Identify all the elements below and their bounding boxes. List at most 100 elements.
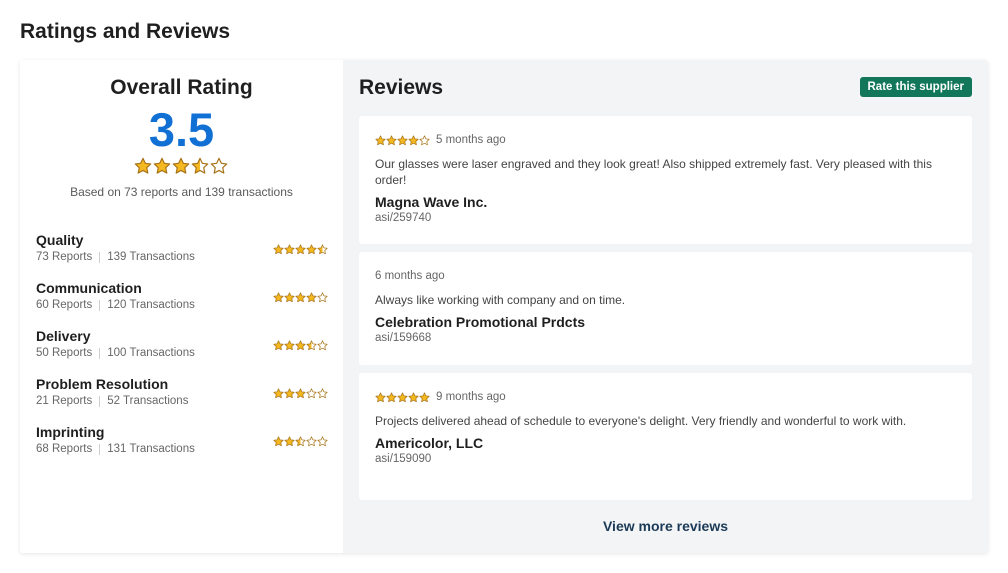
category-stars — [273, 434, 328, 452]
review-card: 5 months ago Our glasses were laser engr… — [359, 116, 972, 244]
star-half-icon — [306, 340, 317, 351]
category-reports: 21 Reports — [36, 395, 93, 407]
star-full-icon — [273, 340, 284, 351]
star-full-icon — [419, 391, 430, 402]
star-full-icon — [153, 157, 171, 174]
star-full-icon — [295, 244, 306, 255]
star-full-icon — [295, 388, 306, 399]
category-transactions: 139 Transactions — [107, 251, 195, 263]
star-full-icon — [284, 244, 295, 255]
review-date: 5 months ago — [436, 134, 506, 146]
star-full-icon — [273, 388, 284, 399]
category-transactions: 131 Transactions — [107, 443, 195, 455]
star-empty-icon — [317, 436, 328, 447]
star-full-icon — [386, 134, 397, 145]
star-full-icon — [295, 340, 306, 351]
star-full-icon — [397, 134, 408, 145]
star-rating — [375, 391, 430, 403]
star-empty-icon — [317, 340, 328, 351]
star-rating — [134, 157, 229, 175]
star-full-icon — [386, 391, 397, 402]
review-card: 6 months ago Always like working with co… — [359, 252, 972, 365]
star-full-icon — [375, 134, 386, 145]
rate-supplier-button[interactable]: Rate this supplier — [859, 77, 972, 97]
review-header: 6 months ago — [375, 268, 956, 284]
star-empty-icon — [317, 388, 328, 399]
review-date: 9 months ago — [436, 391, 506, 403]
star-rating — [273, 436, 328, 447]
star-rating — [273, 388, 328, 399]
star-full-icon — [375, 391, 386, 402]
star-rating — [273, 292, 328, 303]
review-header: 9 months ago — [375, 389, 956, 405]
review-company: Celebration Promotional Prdcts — [375, 314, 586, 330]
divider — [99, 395, 101, 407]
category-stars — [273, 242, 328, 260]
category-transactions: 52 Transactions — [107, 395, 189, 407]
star-half-icon — [191, 157, 209, 174]
review-asi-number: asi/159090 — [375, 453, 432, 465]
ratings-card: Overall Rating 3.5 Based on 73 reports a… — [20, 60, 988, 553]
star-rating — [273, 340, 328, 351]
star-empty-icon — [210, 157, 228, 174]
category-transactions: 120 Transactions — [107, 299, 195, 311]
review-asi-number: asi/159668 — [375, 332, 432, 344]
page-title: Ratings and Reviews — [20, 20, 231, 43]
star-full-icon — [273, 292, 284, 303]
star-empty-icon — [419, 134, 430, 145]
star-full-icon — [284, 340, 295, 351]
category-quality: Quality 73 Reports 139 Transactions — [36, 232, 328, 266]
star-half-icon — [295, 436, 306, 447]
view-more-reviews-link[interactable]: View more reviews — [343, 518, 988, 534]
star-full-icon — [284, 388, 295, 399]
review-company: Americolor, LLC — [375, 435, 484, 451]
category-stars — [273, 290, 328, 308]
divider — [99, 347, 101, 359]
star-rating — [375, 134, 430, 146]
overall-rating-basis: Based on 73 reports and 139 transactions — [70, 185, 293, 199]
reviews-panel: Reviews Rate this supplier 5 months ago … — [343, 60, 988, 553]
category-stars — [273, 386, 328, 404]
category-communication: Communication 60 Reports 120 Transactions — [36, 280, 328, 314]
star-full-icon — [306, 244, 317, 255]
star-full-icon — [397, 391, 408, 402]
category-delivery: Delivery 50 Reports 100 Transactions — [36, 328, 328, 362]
review-card: 9 months ago Projects delivered ahead of… — [359, 373, 972, 500]
star-full-icon — [284, 292, 295, 303]
category-imprinting: Imprinting 68 Reports 131 Transactions — [36, 424, 328, 458]
category-reports: 73 Reports — [36, 251, 93, 263]
star-full-icon — [273, 244, 284, 255]
star-full-icon — [172, 157, 190, 174]
review-text: Our glasses were laser engraved and they… — [375, 157, 932, 187]
category-reports: 50 Reports — [36, 347, 93, 359]
star-full-icon — [273, 436, 284, 447]
review-text: Always like working with company and on … — [375, 293, 626, 307]
star-full-icon — [408, 391, 419, 402]
star-half-icon — [317, 244, 328, 255]
overall-rating-score: 3.5 — [148, 103, 215, 156]
category-problem-resolution: Problem Resolution 21 Reports 52 Transact… — [36, 376, 328, 410]
star-full-icon — [284, 436, 295, 447]
star-full-icon — [306, 292, 317, 303]
divider — [99, 251, 101, 263]
overall-rating-panel: Overall Rating 3.5 Based on 73 reports a… — [20, 60, 343, 553]
review-asi-number: asi/259740 — [375, 212, 432, 224]
overall-rating-stars — [20, 157, 343, 180]
star-full-icon — [295, 292, 306, 303]
divider — [99, 299, 101, 311]
review-company: Magna Wave Inc. — [375, 194, 488, 210]
star-full-icon — [134, 157, 152, 174]
category-transactions: 100 Transactions — [107, 347, 195, 359]
reviews-title: Reviews — [359, 76, 444, 99]
overall-rating-title: Overall Rating — [110, 76, 253, 99]
category-reports: 60 Reports — [36, 299, 93, 311]
star-empty-icon — [317, 292, 328, 303]
category-stars — [273, 338, 328, 356]
star-full-icon — [408, 134, 419, 145]
review-header: 5 months ago — [375, 132, 956, 148]
category-reports: 68 Reports — [36, 443, 93, 455]
star-empty-icon — [306, 388, 317, 399]
star-rating — [273, 244, 328, 255]
review-date: 6 months ago — [375, 270, 445, 282]
review-text: Projects delivered ahead of schedule to … — [375, 414, 907, 428]
